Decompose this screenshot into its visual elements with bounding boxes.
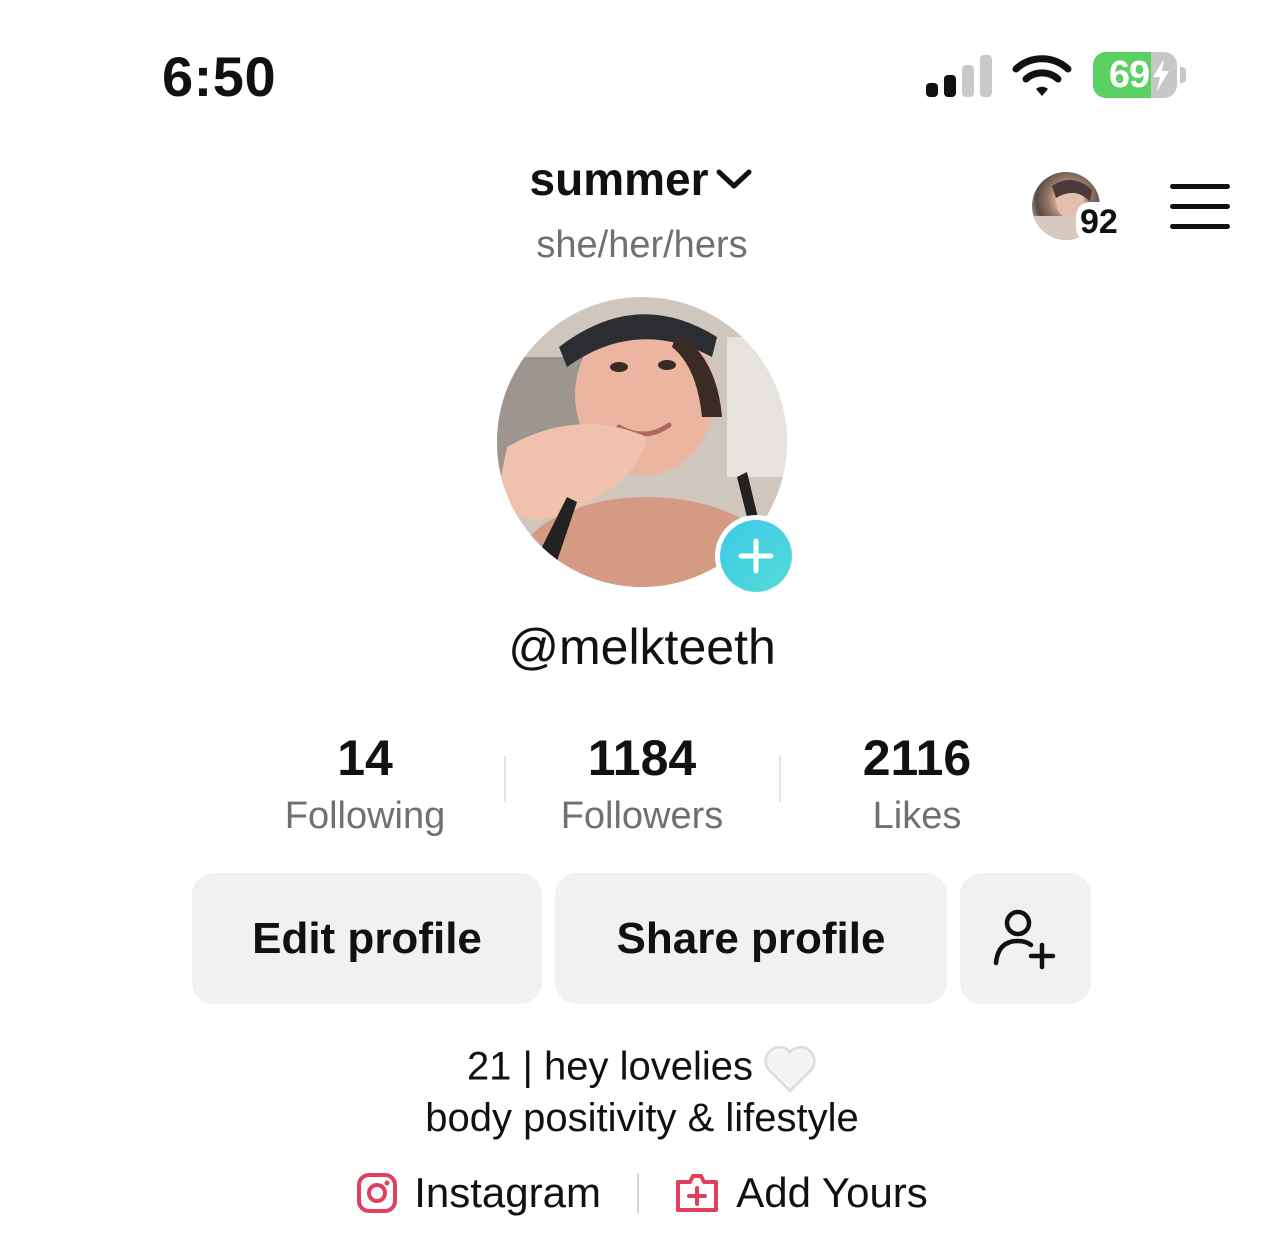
stat-label: Following (284, 795, 446, 837)
instagram-link[interactable]: Instagram (356, 1169, 601, 1217)
share-profile-button[interactable]: Share profile (555, 873, 947, 1004)
cellular-signal-icon (926, 55, 992, 97)
bio-text: 21 | hey lovelies (466, 1044, 754, 1089)
charging-bolt-icon (1153, 59, 1169, 91)
add-person-icon (993, 909, 1055, 969)
plus-icon (738, 538, 774, 574)
stat-likes[interactable]: 2116 Likes (782, 728, 1052, 844)
profile-handle: @melkteeth (508, 619, 776, 675)
stat-divider (504, 756, 506, 802)
stat-label: Likes (872, 795, 962, 837)
add-yours-icon (676, 1173, 719, 1212)
stat-value: 1184 (587, 730, 697, 786)
stat-value: 14 (337, 730, 393, 786)
notification-count-badge: 92 (1076, 202, 1122, 242)
white-heart-icon (764, 1045, 816, 1093)
hamburger-menu-icon[interactable] (1170, 182, 1230, 230)
bio-line-1: 21 | hey lovelies (0, 1044, 1284, 1094)
stat-label: Followers (560, 795, 724, 837)
add-friends-button[interactable] (960, 873, 1091, 1004)
profile-links: Instagram Add Yours (0, 1166, 1284, 1217)
add-avatar-button[interactable] (715, 515, 797, 597)
profile-username[interactable]: summer (530, 152, 709, 206)
status-time: 6:50 (162, 45, 277, 108)
bio-line-2: body positivity & lifestyle (425, 1096, 859, 1140)
add-yours-label[interactable]: Add Yours (736, 1169, 928, 1217)
instagram-label[interactable]: Instagram (414, 1169, 601, 1217)
add-yours-link[interactable]: Add Yours (674, 1169, 928, 1217)
edit-profile-button[interactable]: Edit profile (192, 873, 542, 1004)
battery-icon: 69 (1093, 52, 1177, 98)
link-divider (636, 1172, 639, 1213)
wifi-icon (1012, 55, 1072, 96)
stat-following[interactable]: 14 Following (230, 728, 500, 844)
stat-value: 2116 (862, 730, 972, 786)
stat-divider (779, 756, 781, 802)
instagram-icon (357, 1172, 398, 1213)
stat-followers[interactable]: 1184 Followers (507, 728, 777, 844)
chevron-down-icon[interactable] (714, 165, 754, 193)
battery-cap (1180, 67, 1186, 83)
